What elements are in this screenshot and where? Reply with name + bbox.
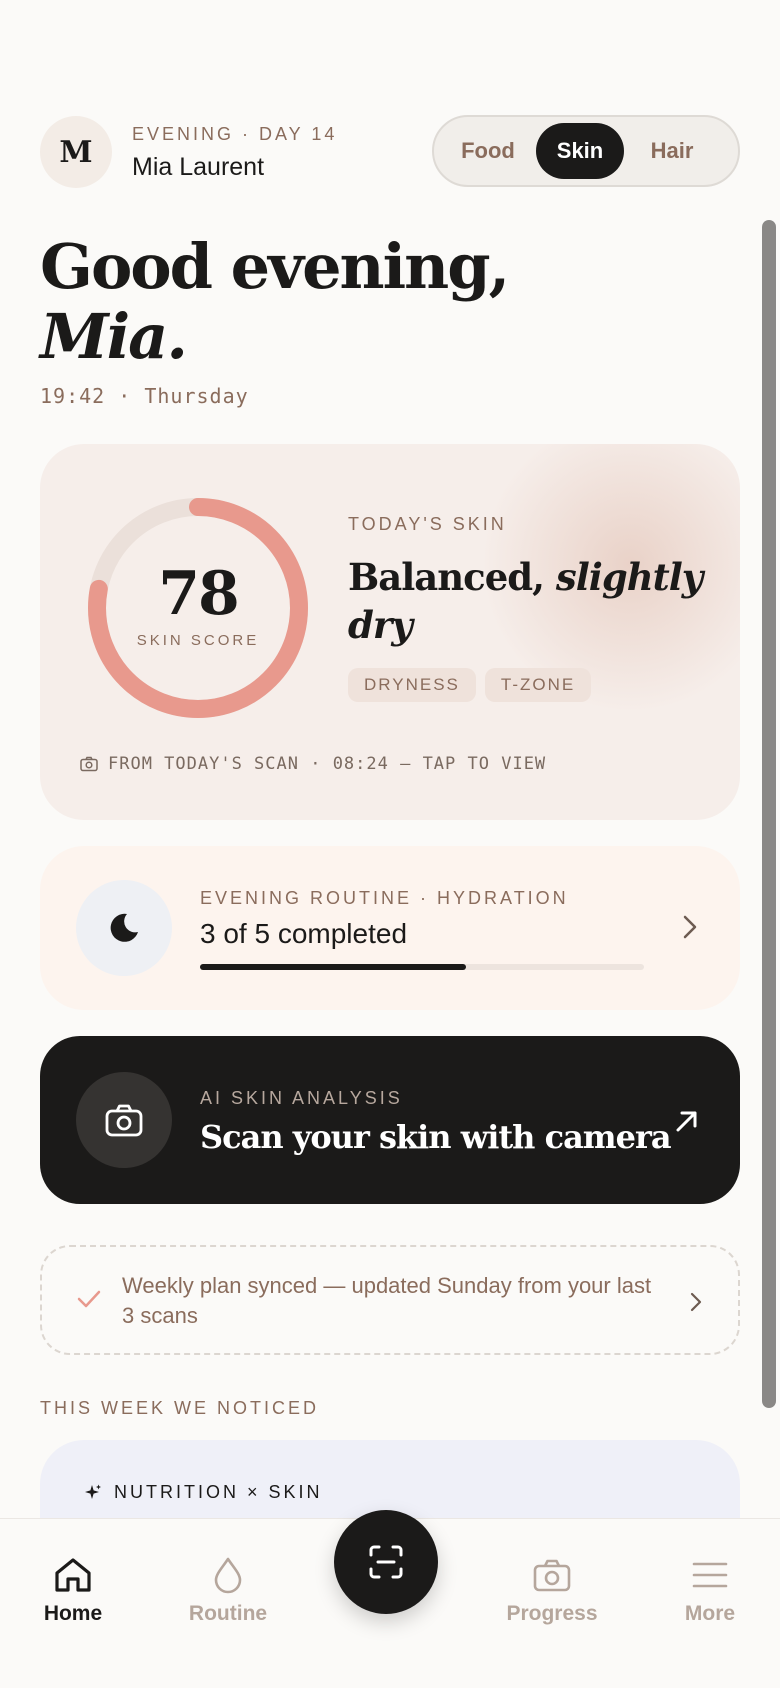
camera-icon xyxy=(533,1559,571,1592)
scan-info-link[interactable]: FROM TODAY'S SCAN · 08:24 — TAP TO VIEW xyxy=(80,754,546,774)
skin-card-eyebrow: TODAY'S SKIN xyxy=(348,514,507,534)
chevron-right-icon[interactable] xyxy=(680,912,700,942)
insight-label-text: NUTRITION × SKIN xyxy=(114,1482,323,1502)
routine-progress-fill xyxy=(200,964,467,970)
chevron-right-icon[interactable] xyxy=(688,1290,704,1314)
routine-progress-bar xyxy=(200,964,644,970)
sync-message: Weekly plan synced — updated Sunday from… xyxy=(122,1273,652,1328)
session-eyebrow: EVENING · DAY 14 xyxy=(132,124,338,144)
scan-icon xyxy=(369,1545,403,1579)
greeting-name: Mia. xyxy=(40,300,188,373)
nav-progress-label: Progress xyxy=(506,1602,598,1625)
insight-label: NUTRITION × SKIN xyxy=(84,1482,323,1503)
tag-dryness[interactable]: DRYNESS xyxy=(348,668,476,702)
sparkle-icon xyxy=(85,1484,101,1499)
home-icon xyxy=(55,1558,91,1592)
tab-skin[interactable]: Skin xyxy=(536,123,624,179)
skin-score-label: SKIN SCORE xyxy=(136,632,260,649)
noticed-section-title: THIS WEEK WE NOTICED xyxy=(40,1398,320,1418)
menu-icon xyxy=(692,1562,728,1588)
camera-icon-badge xyxy=(76,1072,172,1168)
tab-food[interactable]: Food xyxy=(440,123,536,179)
scan-info-text: FROM TODAY'S SCAN · 08:24 — TAP TO VIEW xyxy=(108,754,547,774)
time-day: 19:42 · Thursday xyxy=(40,384,249,408)
user-name: Mia Laurent xyxy=(132,153,265,181)
tab-hair[interactable]: Hair xyxy=(624,123,720,179)
tag-t-zone[interactable]: T-ZONE xyxy=(484,668,592,702)
camera-icon xyxy=(105,1104,143,1137)
skin-score-value: 78 xyxy=(158,559,240,629)
category-switcher: Food Skin Hair xyxy=(432,115,740,187)
moon-icon xyxy=(110,913,138,942)
scrollbar[interactable] xyxy=(762,220,776,1408)
check-icon xyxy=(77,1290,101,1308)
ai-scan-title: Scan your skin with camera xyxy=(200,1118,672,1156)
nav-home-label: Home xyxy=(43,1602,103,1625)
small-camera-icon xyxy=(80,756,98,772)
nav-home[interactable]: Home xyxy=(13,1556,133,1626)
greeting-heading: Good evening, Mia. xyxy=(40,230,510,373)
drop-icon xyxy=(214,1557,242,1594)
nav-more[interactable]: More xyxy=(650,1556,770,1626)
nav-more-label: More xyxy=(684,1602,736,1625)
nav-routine-label: Routine xyxy=(188,1602,268,1625)
avatar[interactable]: M xyxy=(40,116,112,188)
moon-icon-badge xyxy=(76,880,172,976)
routine-eyebrow: EVENING ROUTINE · HYDRATION xyxy=(200,888,569,908)
ai-eyebrow: AI SKIN ANALYSIS xyxy=(200,1088,403,1108)
skin-tags: DRYNESS T-ZONE xyxy=(348,668,592,702)
scan-fab-button[interactable] xyxy=(334,1510,438,1614)
nav-routine[interactable]: Routine xyxy=(168,1556,288,1626)
greeting-line: Good evening, xyxy=(40,230,510,303)
skin-status-title: Balanced, slightly dry xyxy=(348,553,708,649)
skin-status-plain: Balanced, xyxy=(348,555,545,599)
arrow-up-right-icon[interactable] xyxy=(672,1106,702,1136)
routine-status: 3 of 5 completed xyxy=(200,918,408,949)
nav-progress[interactable]: Progress xyxy=(492,1556,612,1626)
